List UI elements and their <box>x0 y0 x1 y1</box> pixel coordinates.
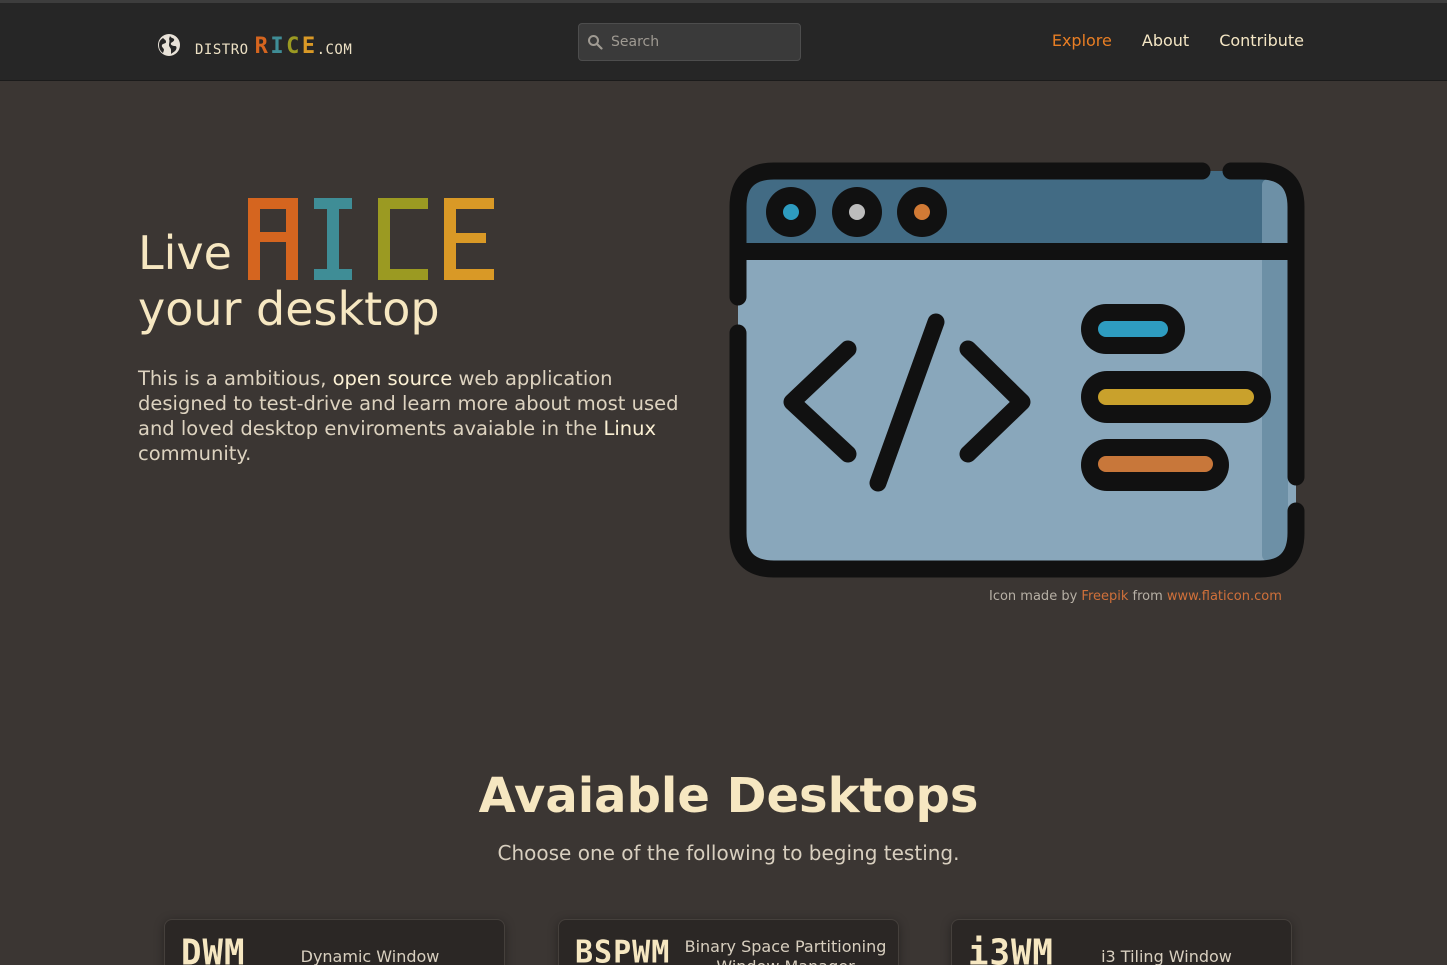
search-icon <box>588 35 603 50</box>
search-box <box>578 23 801 61</box>
section-title: Avaiable Desktops <box>478 768 979 824</box>
brand-letter-i: I <box>270 34 285 59</box>
search-input[interactable] <box>603 24 800 60</box>
card-logo: DWM <box>181 932 246 965</box>
card-title: Binary Space Partitioning Window Manager <box>684 937 887 965</box>
card-title: i3 Tiling Window Manager <box>1101 947 1232 965</box>
brand-name: DISTRO R I C E .COM <box>195 34 353 59</box>
globe-icon <box>158 34 180 56</box>
desktop-card-bspwm[interactable]: BSPWM Binary Space Partitioning Window M… <box>558 919 899 965</box>
brand-letter-c: C <box>286 34 300 59</box>
card-title: Dynamic Window Manager <box>300 947 440 965</box>
rice-letter-i <box>313 198 352 280</box>
nav-links: Explore About Contribute <box>1052 31 1304 50</box>
nav-contribute-link[interactable]: Contribute <box>1219 31 1304 50</box>
brand-suffix: .COM <box>316 42 353 58</box>
desktop-card-dwm[interactable]: DWM Dynamic Window Manager <box>164 919 505 965</box>
hero-desc-linux: Linux <box>603 417 657 440</box>
hero-title: Live your desktop <box>138 192 498 334</box>
hero-rice-wordmark <box>247 198 494 280</box>
hero-title-line2: your desktop <box>138 282 440 336</box>
brand-logo-link[interactable]: DISTRO R I C E .COM <box>157 30 352 60</box>
card-logo: i3WM <box>968 932 1054 965</box>
rice-letter-r <box>247 198 298 280</box>
code-window-illustration <box>729 162 1305 578</box>
brand-letter-e: E <box>301 34 316 59</box>
credit-author-link[interactable]: Freepik <box>1081 589 1128 604</box>
desktop-card-i3wm[interactable]: i3WM i3 Tiling Window Manager <box>951 919 1292 965</box>
credit-mid: from <box>1128 589 1167 604</box>
hero-description: This is a ambitious, open source web app… <box>138 366 698 466</box>
rice-letter-e <box>443 198 494 280</box>
hero-live-text: Live <box>138 226 232 280</box>
credit-prefix: Icon made by <box>989 589 1082 604</box>
hero-desc-open-source: open source <box>332 367 453 390</box>
nav-about-link[interactable]: About <box>1142 31 1189 50</box>
icon-credit: Icon made by Freepik from www.flaticon.c… <box>989 589 1282 604</box>
nav-explore-link[interactable]: Explore <box>1052 31 1112 50</box>
card-logo: BSPWM <box>575 934 671 965</box>
hero-desc-part1: This is a ambitious, <box>138 367 333 390</box>
hero-desc-part3: community. <box>138 442 252 465</box>
hero-title-line1: Live <box>138 192 498 282</box>
brand-prefix: DISTRO <box>195 42 249 58</box>
section-subtitle: Choose one of the following to beging te… <box>497 841 960 865</box>
rice-letter-c <box>377 198 428 280</box>
brand-letter-r: R <box>254 34 269 59</box>
credit-site-link[interactable]: www.flaticon.com <box>1167 589 1282 604</box>
navbar: DISTRO R I C E .COM Explore About Contri… <box>0 3 1447 81</box>
